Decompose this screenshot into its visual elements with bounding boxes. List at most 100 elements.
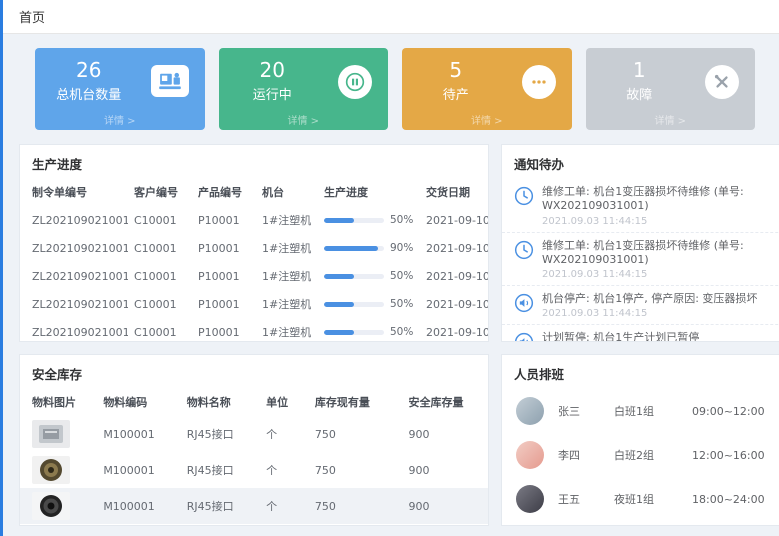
delivery-date: 2021-09-10	[420, 206, 489, 234]
detail-link[interactable]: 详情 >	[402, 112, 572, 127]
person-shift: 白班1组	[614, 403, 692, 419]
machine: 1#注塑机	[256, 206, 318, 234]
table-row: ZL202109021001 C10001 P10001 1#注塑机 50% 2…	[20, 290, 489, 318]
progress-label: 50%	[390, 270, 413, 282]
schedule-row: 李四 白班2组 12:00~16:00	[502, 433, 779, 477]
person-time: 18:00~24:00	[692, 493, 765, 506]
stat-card-text: 26 总机台数量	[35, 59, 143, 103]
person-name: 李四	[558, 447, 614, 463]
progress-cell: 90%	[318, 234, 420, 262]
topbar: 首页	[3, 0, 779, 34]
product-no: P10001	[192, 290, 256, 318]
detail-link[interactable]: 详情 >	[35, 112, 205, 127]
notice-item[interactable]: 计划暂停: 机台1生产计划已暂停 2021.09.03 11:44:15	[502, 325, 779, 342]
col-header: 库存现有量	[309, 389, 403, 416]
table-row: M100001 RJ45接口 个 750 900	[20, 416, 488, 452]
rj45-connector-photo	[32, 420, 70, 448]
notice-item[interactable]: 机台停产: 机台1停产, 停产原因: 变压器损坏 2021.09.03 11:4…	[502, 286, 779, 325]
table-row: ZL202109021001 C10001 P10001 1#注塑机 90% 2…	[20, 234, 489, 262]
notice-item[interactable]: 维修工单: 机台1变压器损坏待维修 (单号: WX202109031001) 2…	[502, 233, 779, 287]
panel-title: 生产进度	[20, 145, 488, 179]
stat-label: 待产	[402, 84, 510, 103]
schedule-row: 张三 白班1组 09:00~12:00	[502, 389, 779, 433]
machine: 1#注塑机	[256, 290, 318, 318]
progress-cell: 50%	[318, 290, 420, 318]
stat-card-pending[interactable]: 5 待产 详情 >	[402, 48, 572, 130]
content: 26 总机台数量 详情 > 20 运行中	[3, 34, 779, 526]
order-no: ZL202109021001	[20, 262, 128, 290]
material-name: RJ45接口	[181, 488, 260, 524]
unit: 个	[260, 452, 309, 488]
col-header: 物料名称	[181, 389, 260, 416]
table-header-row: 物料图片 物料编码 物料名称 单位 库存现有量 安全库存量	[20, 389, 488, 416]
pending-icon	[522, 65, 556, 99]
safety-stock-table: 物料图片 物料编码 物料名称 单位 库存现有量 安全库存量	[20, 389, 488, 524]
panel-title: 通知待办	[502, 145, 779, 179]
machine: 1#注塑机	[256, 262, 318, 290]
current-stock: 750	[309, 452, 403, 488]
table-row: ZL202109021001 C10001 P10001 1#注塑机 50% 2…	[20, 318, 489, 342]
schedule-row: 王五 夜班1组 18:00~24:00	[502, 477, 779, 521]
col-header: 交货日期	[420, 179, 489, 206]
stat-card-running[interactable]: 20 运行中 详情 >	[219, 48, 389, 130]
col-header: 机台	[256, 179, 318, 206]
stat-value: 5	[402, 59, 510, 81]
order-no: ZL202109021001	[20, 318, 128, 342]
material-image-cell	[20, 488, 97, 524]
material-name: RJ45接口	[181, 416, 260, 452]
material-image-cell	[20, 452, 97, 488]
notice-time: 2021.09.03 11:44:15	[542, 308, 757, 319]
stat-card-total-machines[interactable]: 26 总机台数量 详情 >	[35, 48, 205, 130]
avatar	[516, 485, 544, 513]
speaker-icon	[514, 293, 534, 313]
progress-label: 50%	[390, 214, 413, 226]
notice-time: 2021.09.03 11:44:15	[542, 216, 779, 227]
machine: 1#注塑机	[256, 234, 318, 262]
delivery-date: 2021-09-10	[420, 262, 489, 290]
safety-stock: 900	[403, 452, 489, 488]
fault-icon	[705, 65, 739, 99]
speaker-photo	[32, 492, 70, 520]
panel-title: 人员排班	[502, 355, 779, 389]
unit: 个	[260, 488, 309, 524]
production-progress-panel: 生产进度 制令单编号 客户编号 产品编号 机台 生产进度 交货日期	[19, 144, 489, 342]
avatar	[516, 441, 544, 469]
stat-card-text: 5 待产	[402, 59, 510, 103]
stat-value: 26	[35, 59, 143, 81]
col-header: 物料图片	[20, 389, 97, 416]
machine: 1#注塑机	[256, 318, 318, 342]
product-no: P10001	[192, 318, 256, 342]
safety-stock: 900	[403, 488, 489, 524]
detail-link[interactable]: 详情 >	[586, 112, 756, 127]
col-header: 产品编号	[192, 179, 256, 206]
order-no: ZL202109021001	[20, 234, 128, 262]
notices-panel: 通知待办 维修工单: 机台1变压器损坏待维修 (单号: WX2021090310…	[501, 144, 779, 342]
production-table: 制令单编号 客户编号 产品编号 机台 生产进度 交货日期 ZL202109021…	[20, 179, 489, 342]
stat-label: 总机台数量	[35, 84, 143, 103]
notice-body: 维修工单: 机台1变压器损坏待维修 (单号: WX202109031001) 2…	[542, 239, 779, 281]
progress-bar	[324, 246, 384, 251]
unit: 个	[260, 416, 309, 452]
safety-stock: 900	[403, 416, 489, 452]
notice-body: 计划暂停: 机台1生产计划已暂停 2021.09.03 11:44:15	[542, 331, 699, 342]
stat-card-text: 20 运行中	[219, 59, 327, 103]
notice-item[interactable]: 维修工单: 机台1变压器损坏待维修 (单号: WX202109031001) 2…	[502, 179, 779, 233]
stat-card-fault[interactable]: 1 故障 详情 >	[586, 48, 756, 130]
person-time: 09:00~12:00	[692, 405, 765, 418]
main-grid: 生产进度 制令单编号 客户编号 产品编号 机台 生产进度 交货日期	[19, 144, 765, 526]
notice-text: 机台停产: 机台1停产, 停产原因: 变压器损坏	[542, 292, 757, 306]
notice-time: 2021.09.03 11:44:15	[542, 269, 779, 280]
progress-label: 50%	[390, 326, 413, 338]
product-no: P10001	[192, 234, 256, 262]
speaker-icon	[514, 332, 534, 342]
stat-label: 故障	[586, 84, 694, 103]
progress-fill	[324, 274, 354, 279]
material-code: M100001	[97, 488, 180, 524]
stat-value: 20	[219, 59, 327, 81]
progress-fill	[324, 330, 354, 335]
material-name: RJ45接口	[181, 452, 260, 488]
table-row: ZL202109021001 C10001 P10001 1#注塑机 50% 2…	[20, 262, 489, 290]
current-stock: 750	[309, 416, 403, 452]
detail-link[interactable]: 详情 >	[219, 112, 389, 127]
progress-fill	[324, 246, 378, 251]
